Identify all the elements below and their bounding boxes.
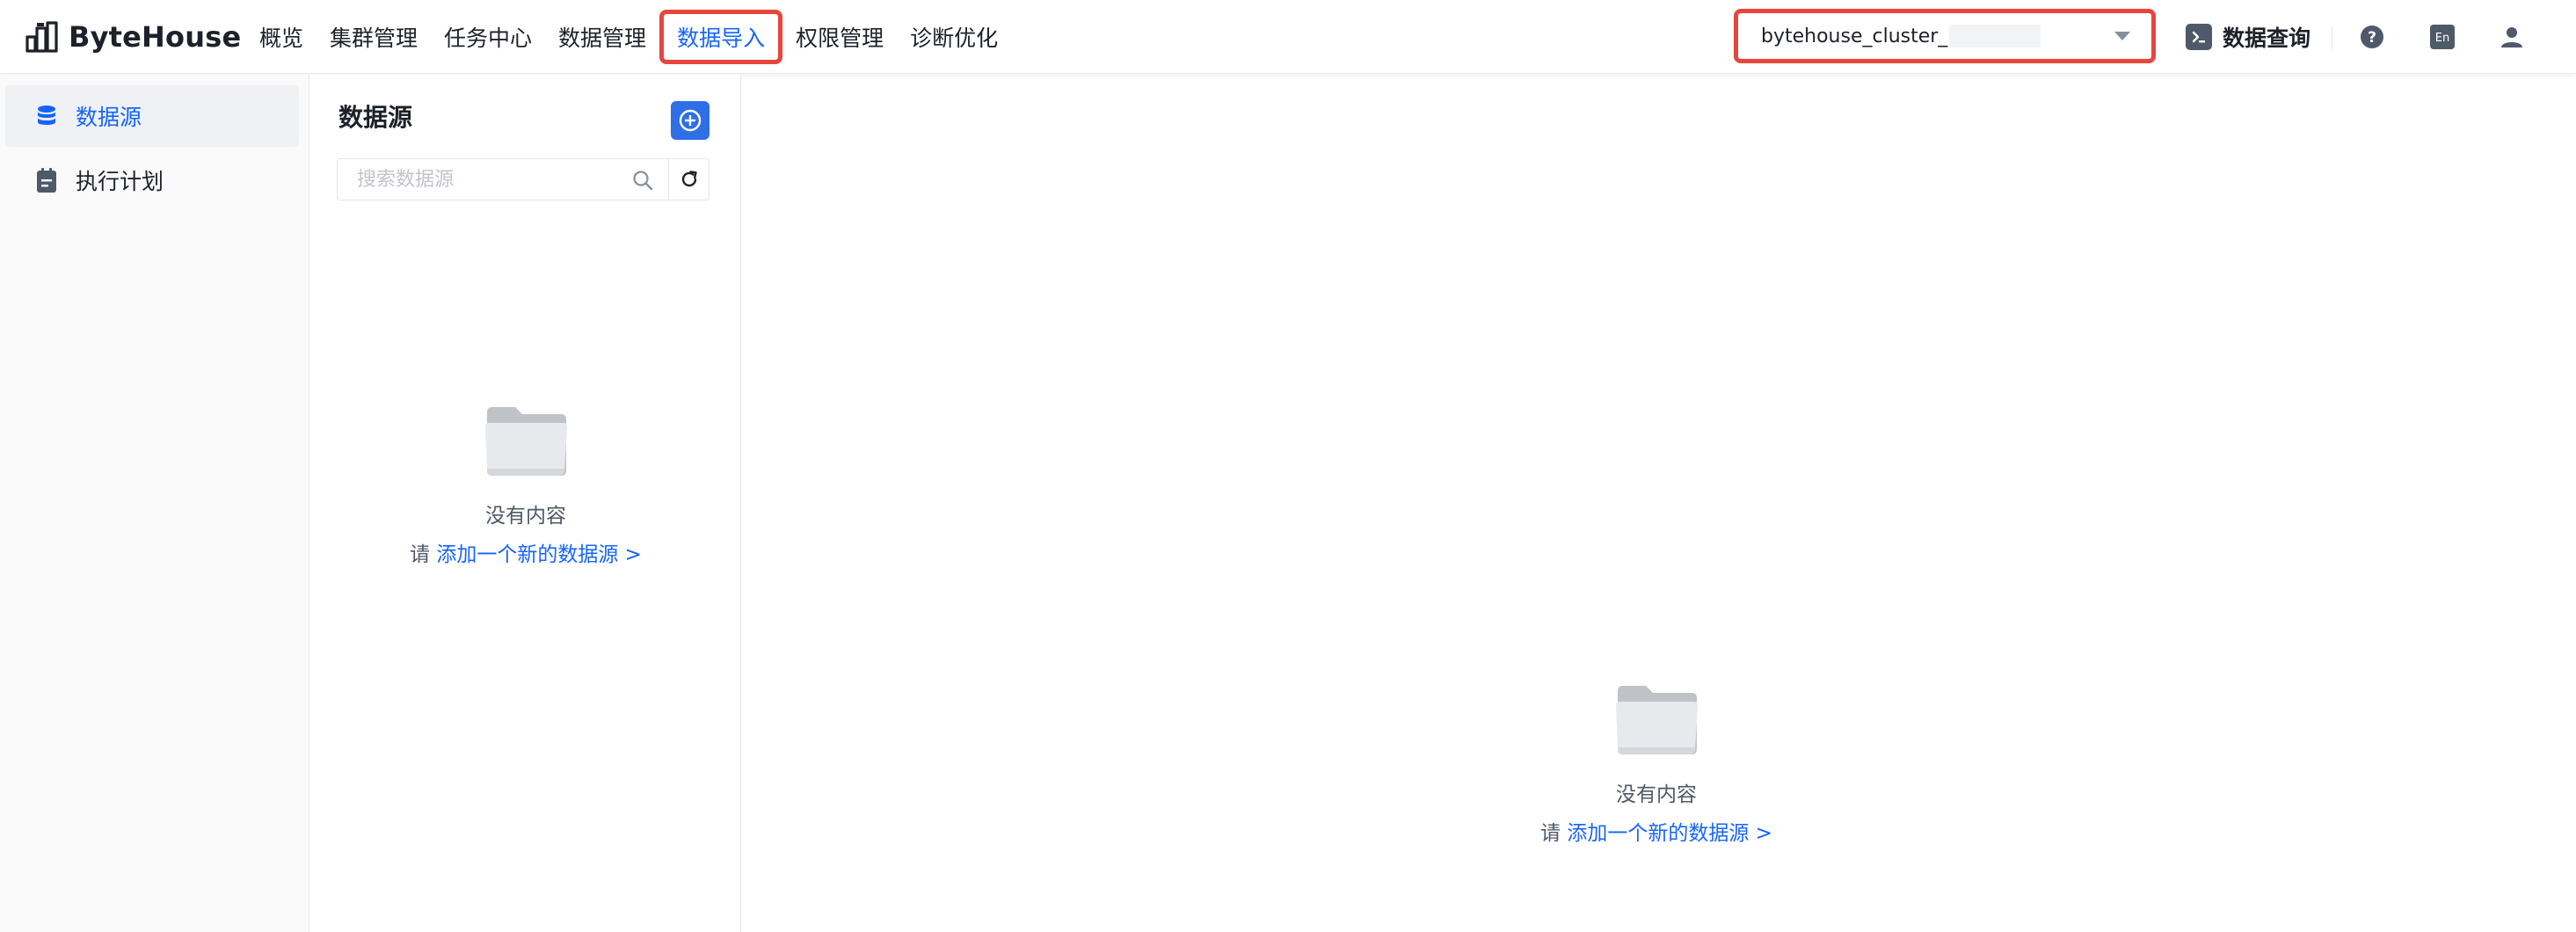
cluster-select-value: bytehouse_cluster_ bbox=[1761, 25, 1948, 47]
sidebar-item-data-source[interactable]: 数据源 bbox=[5, 85, 299, 147]
empty-state-hint: 请 添加一个新的数据源 > bbox=[310, 537, 741, 567]
empty-state-title: 没有内容 bbox=[485, 505, 566, 528]
cluster-select[interactable]: bytehouse_cluster_ bbox=[1734, 9, 2156, 63]
top-header: ByteHouse 概览 集群管理 任务中心 数据管理 数据导入 权限管理 诊断… bbox=[0, 0, 2576, 74]
empty-folder-icon bbox=[1616, 686, 1699, 754]
nav-item-permission-management[interactable]: 权限管理 bbox=[782, 0, 897, 74]
search-icon[interactable] bbox=[631, 169, 654, 195]
panel-empty-state: 没有内容 请 添加一个新的数据源 > bbox=[310, 400, 741, 567]
add-data-source-link[interactable]: 添加一个新的数据源 > bbox=[436, 543, 642, 566]
add-data-source-link[interactable]: 添加一个新的数据源 > bbox=[1567, 822, 1772, 845]
empty-state-hint: 请 添加一个新的数据源 > bbox=[1393, 816, 1920, 846]
sidebar-item-label: 执行计划 bbox=[76, 169, 164, 194]
sidebar-item-label: 数据源 bbox=[76, 105, 142, 130]
left-sidebar: 数据源 执行计划 bbox=[0, 75, 309, 932]
terminal-icon bbox=[2186, 24, 2212, 50]
user-icon[interactable] bbox=[2499, 24, 2525, 50]
clipboard-icon bbox=[37, 168, 56, 193]
search-input[interactable] bbox=[357, 168, 621, 191]
main-empty-state: 没有内容 请 添加一个新的数据源 > bbox=[1393, 679, 1920, 846]
main-nav: 概览 集群管理 任务中心 数据管理 数据导入 权限管理 诊断优化 bbox=[246, 0, 1011, 74]
empty-state-title: 没有内容 bbox=[1616, 783, 1697, 806]
plus-circle-icon bbox=[679, 109, 702, 132]
logo-icon bbox=[25, 21, 58, 53]
refresh-icon bbox=[681, 171, 697, 187]
language-icon: En bbox=[2430, 25, 2455, 49]
panel-title: 数据源 bbox=[338, 103, 413, 132]
database-icon bbox=[38, 106, 55, 125]
nav-item-cluster-management[interactable]: 集群管理 bbox=[317, 0, 431, 74]
nav-item-task-center[interactable]: 任务中心 bbox=[431, 0, 545, 74]
app-name: ByteHouse bbox=[69, 20, 242, 54]
cluster-name-mask bbox=[1949, 25, 2041, 47]
empty-state-prefix: 请 bbox=[410, 543, 431, 566]
language-toggle[interactable]: En bbox=[2429, 24, 2456, 50]
data-query-label: 数据查询 bbox=[2223, 25, 2311, 51]
bytehouse-logo[interactable]: ByteHouse bbox=[25, 18, 241, 56]
search-field bbox=[337, 158, 669, 200]
data-query-button[interactable]: 数据查询 bbox=[2186, 21, 2310, 53]
nav-item-diagnosis-optimization[interactable]: 诊断优化 bbox=[897, 0, 1011, 74]
nav-item-data-management[interactable]: 数据管理 bbox=[545, 0, 659, 74]
nav-item-data-import[interactable]: 数据导入 bbox=[659, 10, 783, 64]
caret-down-icon bbox=[2114, 32, 2130, 40]
sidebar-item-execution-plan[interactable]: 执行计划 bbox=[5, 149, 299, 211]
refresh-button[interactable] bbox=[669, 158, 709, 200]
empty-folder-icon bbox=[485, 407, 568, 476]
add-data-source-button[interactable] bbox=[671, 101, 709, 140]
language-label: En bbox=[2435, 32, 2449, 45]
empty-state-prefix: 请 bbox=[1540, 822, 1561, 845]
svg-text:?: ? bbox=[2368, 29, 2376, 47]
nav-item-overview[interactable]: 概览 bbox=[246, 0, 317, 74]
help-circle-icon[interactable]: ? bbox=[2359, 24, 2385, 50]
data-source-panel: 数据源 没有内容 请 添加一个新的数据源 > bbox=[310, 75, 741, 932]
